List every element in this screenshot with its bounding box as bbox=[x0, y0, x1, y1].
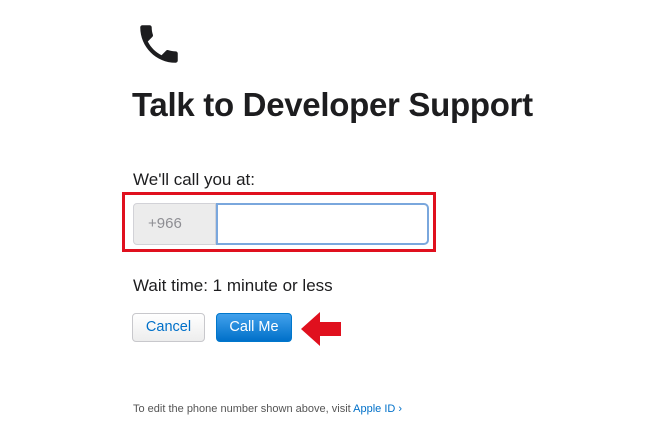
apple-id-link[interactable]: Apple ID › bbox=[353, 403, 402, 415]
phone-number-input[interactable] bbox=[216, 203, 429, 245]
cancel-button[interactable]: Cancel bbox=[132, 313, 205, 342]
phone-icon bbox=[134, 19, 184, 69]
chevron-right-icon: › bbox=[398, 403, 403, 415]
apple-id-link-label: Apple ID bbox=[353, 403, 396, 415]
footer-note: To edit the phone number shown above, vi… bbox=[133, 403, 402, 415]
country-code-field[interactable]: +966 bbox=[133, 203, 216, 245]
call-label: We'll call you at: bbox=[133, 170, 255, 189]
page-title: Talk to Developer Support bbox=[132, 86, 533, 123]
call-me-button[interactable]: Call Me bbox=[216, 313, 292, 342]
wait-time-text: Wait time: 1 minute or less bbox=[133, 276, 333, 295]
arrow-left-icon bbox=[300, 310, 342, 348]
footer-note-text: To edit the phone number shown above, vi… bbox=[133, 403, 354, 415]
